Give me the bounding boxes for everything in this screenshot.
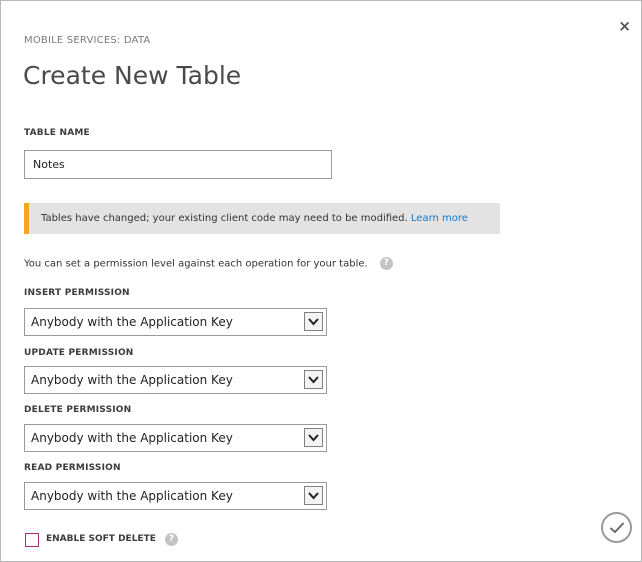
table-name-input[interactable] [24,150,332,179]
update-permission-value: Anybody with the Application Key [31,373,233,387]
chevron-down-icon[interactable] [304,486,323,505]
insert-permission-label: INSERT PERMISSION [24,288,130,298]
read-permission-label: READ PERMISSION [24,463,121,473]
soft-delete-label: ENABLE SOFT DELETE [46,534,156,544]
page-title: Create New Table [23,61,242,90]
permissions-help: You can set a permission level against e… [24,257,393,270]
update-permission-label: UPDATE PERMISSION [24,348,134,358]
insert-permission-select[interactable]: Anybody with the Application Key [24,308,327,336]
checkmark-icon [609,522,625,534]
permissions-help-text: You can set a permission level against e… [24,258,368,270]
soft-delete-checkbox[interactable] [25,533,39,547]
change-notice: Tables have changed; your existing clien… [24,203,500,234]
read-permission-select[interactable]: Anybody with the Application Key [24,482,327,510]
help-icon[interactable]: ? [165,533,178,546]
read-permission-value: Anybody with the Application Key [31,489,233,503]
learn-more-link[interactable]: Learn more [411,213,468,224]
delete-permission-value: Anybody with the Application Key [31,431,233,445]
confirm-button[interactable] [601,512,632,543]
table-name-label: TABLE NAME [24,128,90,138]
update-permission-select[interactable]: Anybody with the Application Key [24,366,327,394]
chevron-down-icon[interactable] [304,428,323,447]
delete-permission-label: DELETE PERMISSION [24,405,132,415]
close-button[interactable]: × [618,19,631,34]
chevron-down-icon[interactable] [304,370,323,389]
help-icon[interactable]: ? [379,257,393,270]
create-table-dialog: × MOBILE SERVICES: DATA Create New Table… [0,0,642,562]
chevron-down-icon[interactable] [304,312,323,331]
section-label: MOBILE SERVICES: DATA [24,35,151,46]
notice-text: Tables have changed; your existing clien… [41,213,408,224]
insert-permission-value: Anybody with the Application Key [31,315,233,329]
delete-permission-select[interactable]: Anybody with the Application Key [24,424,327,452]
